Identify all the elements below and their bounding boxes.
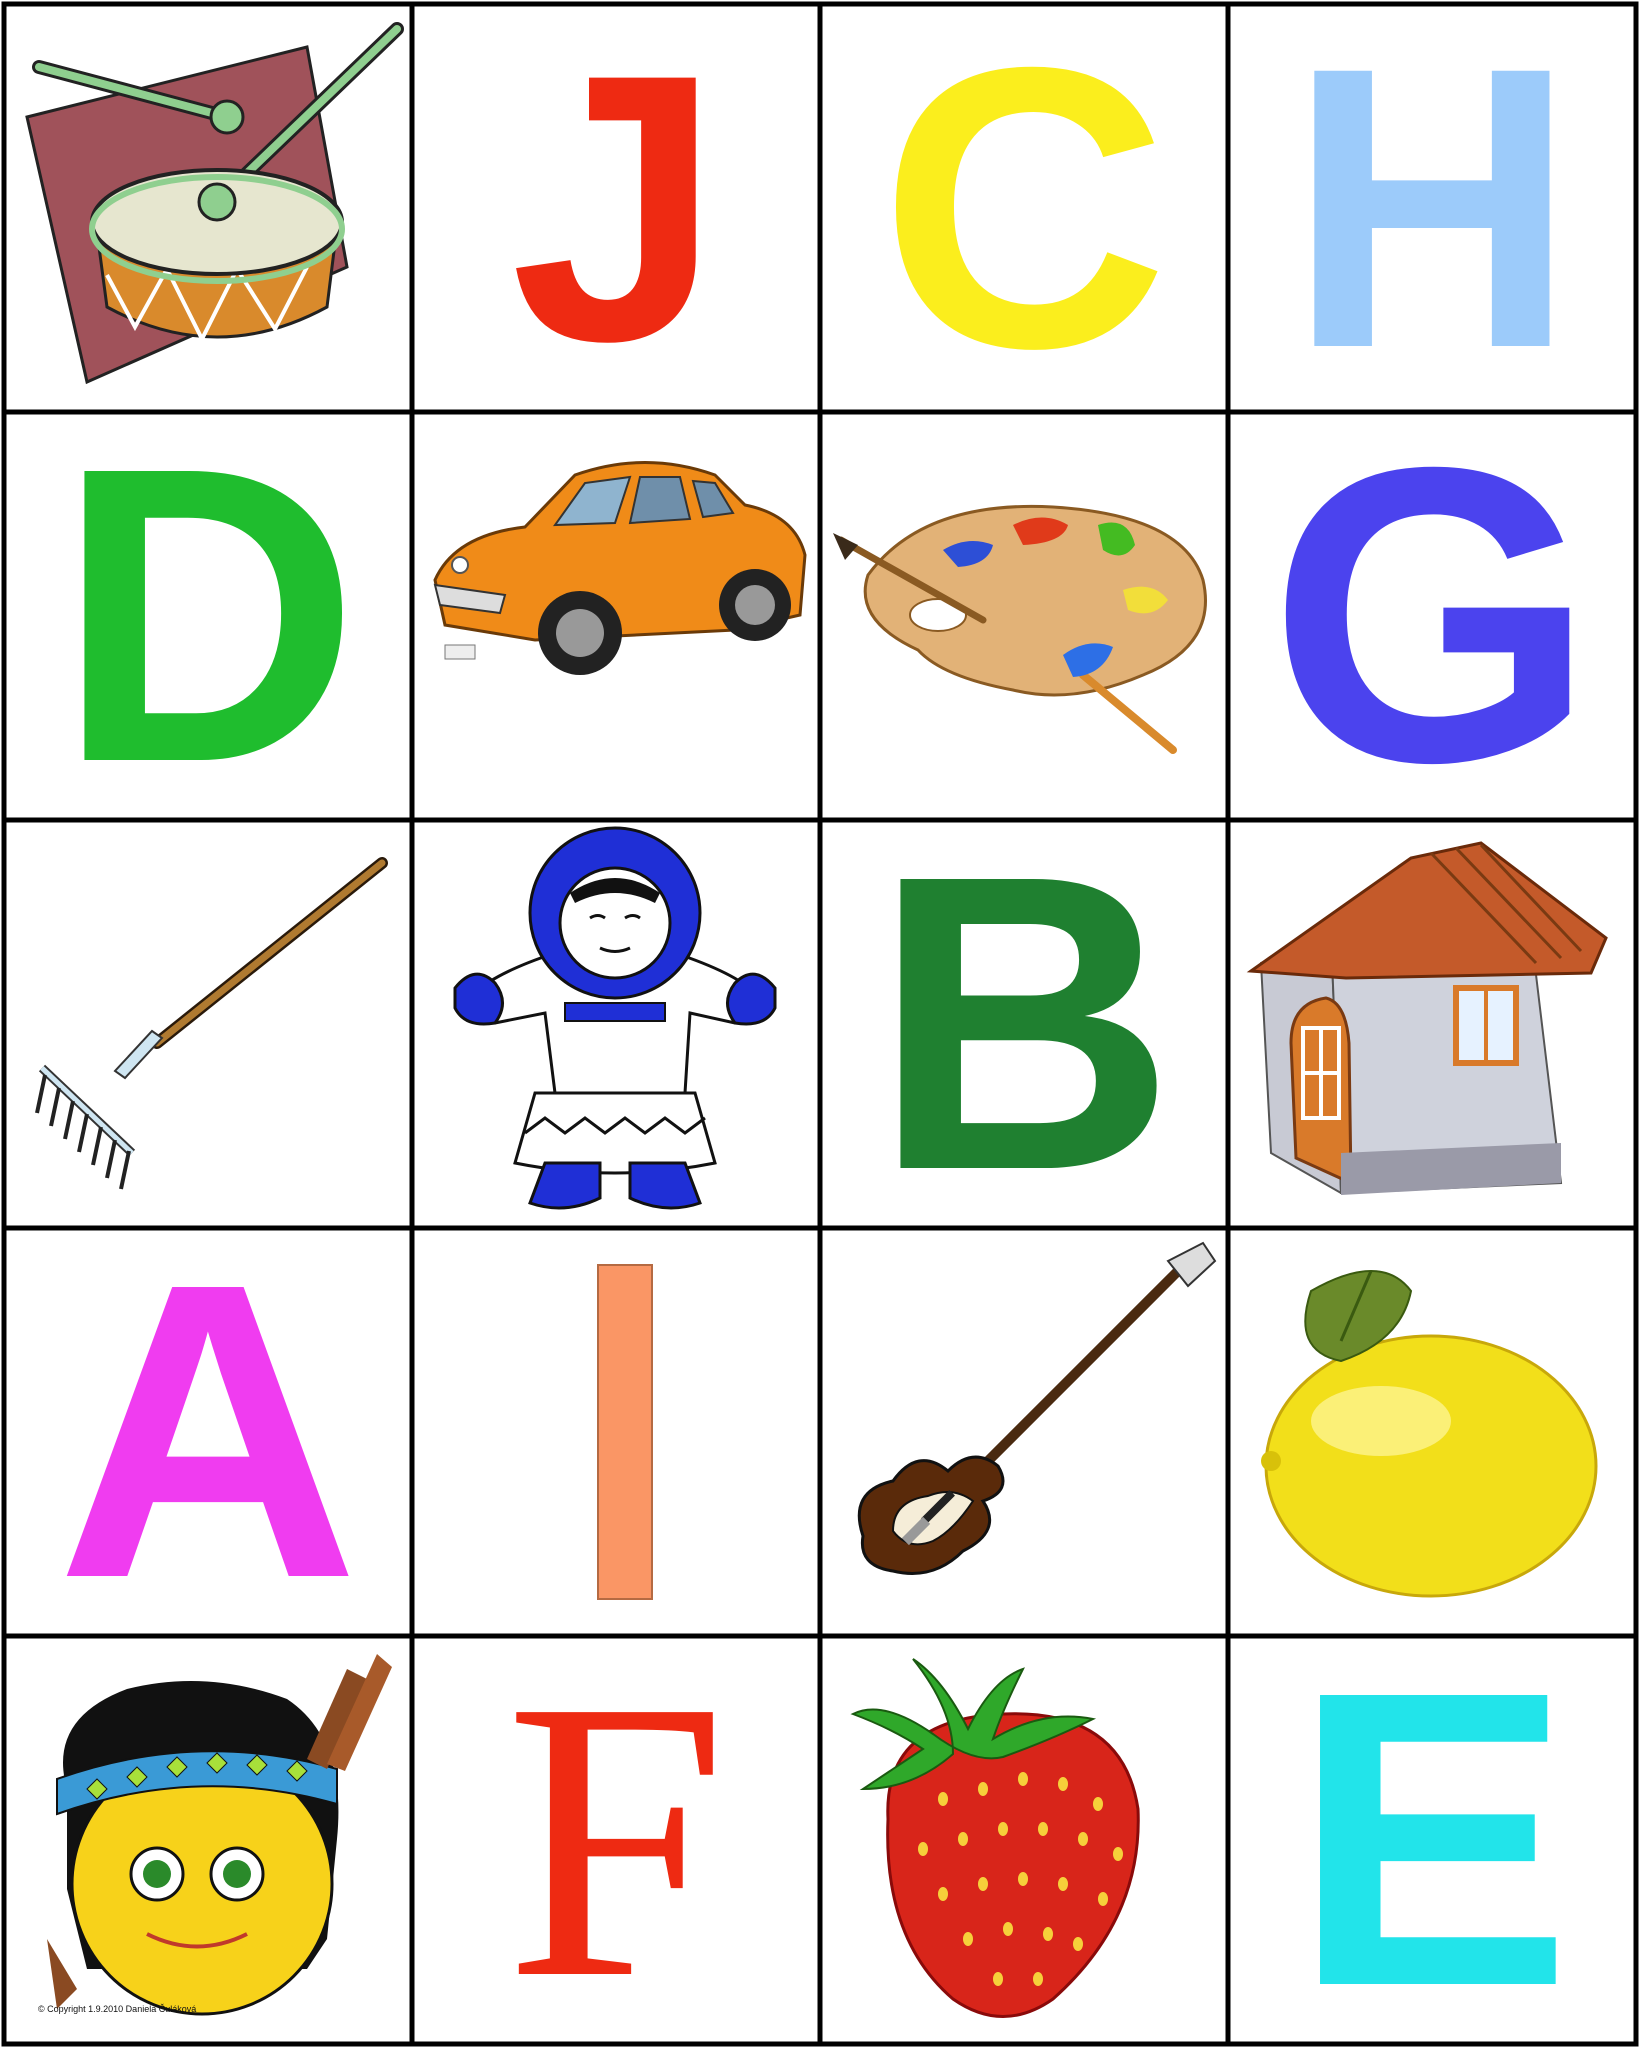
indian-smiley-icon xyxy=(47,1654,392,2016)
card-letter-d: D xyxy=(7,415,409,817)
card-letter-c: C xyxy=(823,7,1225,409)
letter-j: J xyxy=(510,7,722,409)
eskimo-icon xyxy=(453,826,777,1210)
letter-h: H xyxy=(1287,7,1577,409)
card-house xyxy=(1231,823,1633,1225)
letter-b: B xyxy=(872,823,1176,1225)
card-letter-j: J xyxy=(415,7,817,409)
card-strawberry xyxy=(823,1639,1225,2041)
card-drum xyxy=(7,7,409,409)
letter-c: C xyxy=(879,7,1169,409)
card-car xyxy=(415,415,817,817)
drum-icon xyxy=(25,22,404,385)
house-icon xyxy=(1246,841,1608,1195)
card-palette xyxy=(823,415,1225,817)
lemon-icon xyxy=(1261,1270,1598,1598)
rake-icon xyxy=(35,857,388,1190)
letter-i: I xyxy=(415,1231,817,1633)
card-indian xyxy=(7,1639,409,2041)
letter-g: G xyxy=(1268,415,1596,817)
card-letter-f: F xyxy=(415,1639,817,2041)
card-letter-g: G xyxy=(1231,415,1633,817)
card-letter-i: I xyxy=(415,1231,817,1633)
card-letter-h: H xyxy=(1231,7,1633,409)
card-letter-a: A xyxy=(7,1231,409,1633)
paint-palette-icon xyxy=(833,504,1207,754)
card-grid: J C H D G B A F E xyxy=(0,0,1640,2048)
card-lemon xyxy=(1231,1231,1633,1633)
card-letter-e: E xyxy=(1231,1639,1633,2041)
guitar-icon xyxy=(857,1241,1217,1575)
letter-e: E xyxy=(1291,1639,1573,2041)
letter-d: D xyxy=(56,415,360,817)
card-eskimo xyxy=(415,823,817,1225)
card-rake xyxy=(7,823,409,1225)
strawberry-icon xyxy=(850,1658,1140,2018)
letter-a: A xyxy=(56,1231,360,1633)
card-guitar xyxy=(823,1231,1225,1633)
car-icon xyxy=(433,461,807,675)
letter-f: F xyxy=(504,1639,728,2041)
copyright-text: © Copyright 1.9.2010 Daniela Čuláková xyxy=(38,2004,197,2014)
card-letter-b: B xyxy=(823,823,1225,1225)
